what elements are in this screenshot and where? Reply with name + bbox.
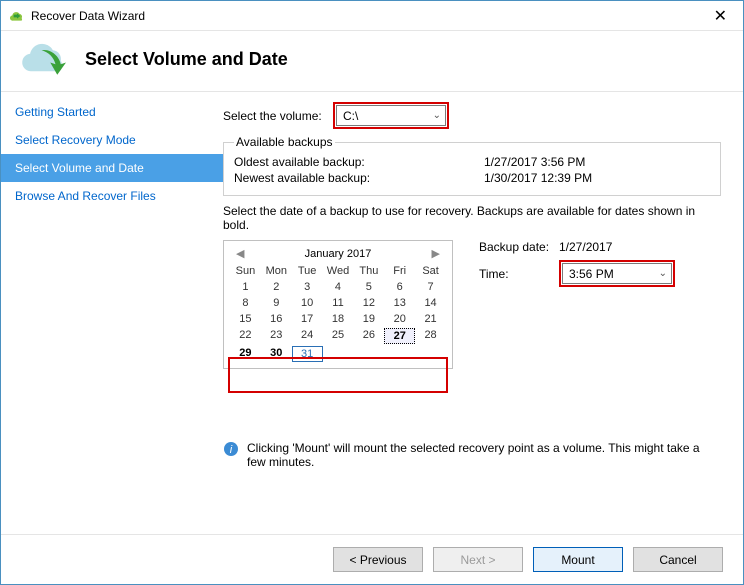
mount-button[interactable]: Mount xyxy=(533,547,623,572)
week-highlight xyxy=(228,357,448,393)
calendar-dow: Sat xyxy=(415,264,446,278)
calendar-day[interactable]: 27 xyxy=(384,328,415,344)
volume-value: C:\ xyxy=(343,109,358,123)
calendar-day[interactable]: 8 xyxy=(230,296,261,310)
time-select[interactable]: 3:56 PM ⌄ xyxy=(562,263,672,284)
calendar-day[interactable]: 11 xyxy=(323,296,354,310)
instruction-text: Select the date of a backup to use for r… xyxy=(223,204,721,232)
oldest-value: 1/27/2017 3:56 PM xyxy=(484,155,585,169)
time-value: 3:56 PM xyxy=(569,267,614,281)
calendar-day[interactable]: 21 xyxy=(415,312,446,326)
prev-month-icon[interactable]: ◀ xyxy=(232,247,248,260)
cloud-logo-icon xyxy=(17,39,73,79)
calendar-day[interactable]: 22 xyxy=(230,328,261,344)
calendar-day[interactable]: 15 xyxy=(230,312,261,326)
header: Select Volume and Date xyxy=(1,31,743,92)
calendar-day[interactable]: 7 xyxy=(415,280,446,294)
calendar-day[interactable]: 5 xyxy=(353,280,384,294)
calendar-day[interactable]: 17 xyxy=(292,312,323,326)
calendar-dow: Fri xyxy=(384,264,415,278)
content: Select the volume: C:\ ⌄ Available backu… xyxy=(223,92,743,540)
backup-date-label: Backup date: xyxy=(479,240,559,254)
sidebar-step[interactable]: Getting Started xyxy=(1,98,223,126)
window-title: Recover Data Wizard xyxy=(31,9,706,23)
time-label: Time: xyxy=(479,267,559,281)
available-legend: Available backups xyxy=(234,135,335,149)
backup-date-value: 1/27/2017 xyxy=(559,240,612,254)
calendar-day[interactable]: 23 xyxy=(261,328,292,344)
sidebar-step[interactable]: Browse And Recover Files xyxy=(1,182,223,210)
calendar[interactable]: ◀ January 2017 ▶ SunMonTueWedThuFriSat12… xyxy=(223,240,453,369)
info-row: i Clicking 'Mount' will mount the select… xyxy=(223,441,721,477)
next-month-icon[interactable]: ▶ xyxy=(428,247,444,260)
app-icon xyxy=(9,8,25,24)
cancel-button[interactable]: Cancel xyxy=(633,547,723,572)
calendar-day xyxy=(384,346,415,362)
previous-button[interactable]: < Previous xyxy=(333,547,423,572)
newest-value: 1/30/2017 12:39 PM xyxy=(484,171,592,185)
page-title: Select Volume and Date xyxy=(85,49,288,70)
calendar-day[interactable]: 9 xyxy=(261,296,292,310)
calendar-day[interactable]: 12 xyxy=(353,296,384,310)
close-icon[interactable]: ✕ xyxy=(706,6,735,26)
calendar-day[interactable]: 3 xyxy=(292,280,323,294)
calendar-dow: Sun xyxy=(230,264,261,278)
calendar-dow: Wed xyxy=(323,264,354,278)
time-highlight: 3:56 PM ⌄ xyxy=(559,260,675,287)
volume-label: Select the volume: xyxy=(223,109,333,123)
calendar-day xyxy=(415,346,446,362)
sidebar: Getting StartedSelect Recovery ModeSelec… xyxy=(1,92,223,540)
button-bar: < Previous Next > Mount Cancel xyxy=(1,534,743,584)
info-text: Clicking 'Mount' will mount the selected… xyxy=(247,441,721,469)
calendar-day[interactable]: 14 xyxy=(415,296,446,310)
calendar-dow: Thu xyxy=(353,264,384,278)
calendar-day[interactable]: 25 xyxy=(323,328,354,344)
next-button: Next > xyxy=(433,547,523,572)
wizard-window: Recover Data Wizard ✕ Select Volume and … xyxy=(0,0,744,585)
oldest-label: Oldest available backup: xyxy=(234,155,484,169)
volume-highlight: C:\ ⌄ xyxy=(333,102,449,129)
chevron-down-icon: ⌄ xyxy=(433,110,441,121)
info-icon: i xyxy=(223,441,239,457)
calendar-day[interactable]: 26 xyxy=(353,328,384,344)
sidebar-step[interactable]: Select Recovery Mode xyxy=(1,126,223,154)
calendar-month: January 2017 xyxy=(305,248,372,260)
available-backups-group: Available backups Oldest available backu… xyxy=(223,135,721,196)
calendar-day[interactable]: 2 xyxy=(261,280,292,294)
calendar-day[interactable]: 19 xyxy=(353,312,384,326)
titlebar: Recover Data Wizard ✕ xyxy=(1,1,743,31)
calendar-day[interactable]: 30 xyxy=(261,346,292,362)
newest-label: Newest available backup: xyxy=(234,171,484,185)
calendar-day[interactable]: 29 xyxy=(230,346,261,362)
calendar-day[interactable]: 13 xyxy=(384,296,415,310)
calendar-day[interactable]: 10 xyxy=(292,296,323,310)
calendar-dow: Tue xyxy=(292,264,323,278)
calendar-day xyxy=(353,346,384,362)
calendar-day[interactable]: 6 xyxy=(384,280,415,294)
sidebar-step[interactable]: Select Volume and Date xyxy=(1,154,223,182)
calendar-day[interactable]: 16 xyxy=(261,312,292,326)
calendar-day[interactable]: 4 xyxy=(323,280,354,294)
volume-select[interactable]: C:\ ⌄ xyxy=(336,105,446,126)
calendar-day xyxy=(323,346,354,362)
calendar-day[interactable]: 20 xyxy=(384,312,415,326)
calendar-day[interactable]: 24 xyxy=(292,328,323,344)
chevron-down-icon: ⌄ xyxy=(659,268,667,279)
calendar-day[interactable]: 1 xyxy=(230,280,261,294)
calendar-day[interactable]: 18 xyxy=(323,312,354,326)
calendar-dow: Mon xyxy=(261,264,292,278)
calendar-day[interactable]: 28 xyxy=(415,328,446,344)
calendar-day[interactable]: 31 xyxy=(292,346,323,362)
